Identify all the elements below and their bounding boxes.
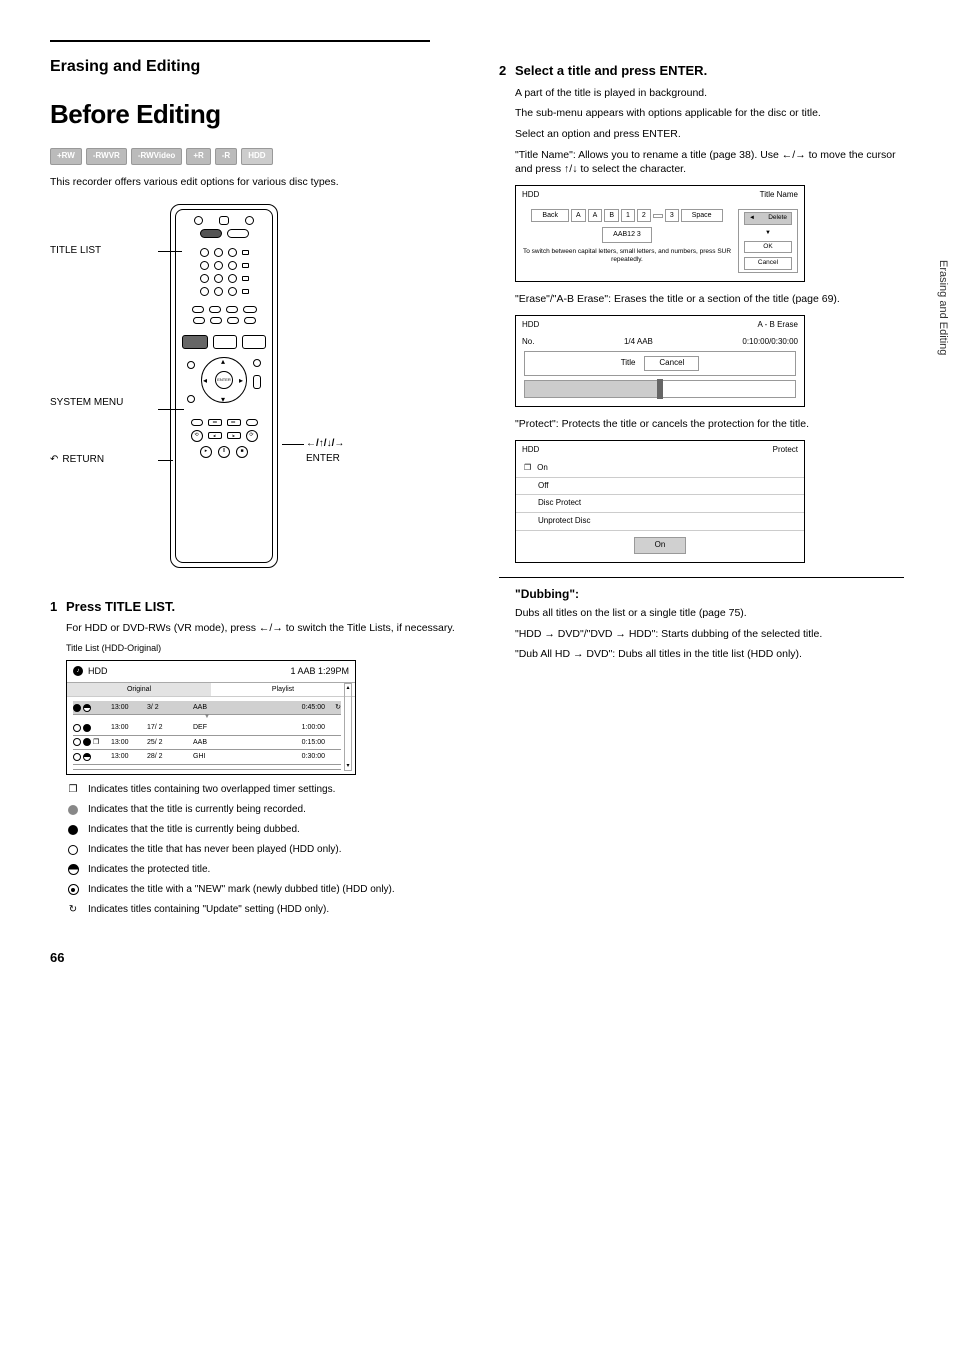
protect-option-on[interactable]: ❐On	[516, 460, 804, 478]
protect-option-disc[interactable]: Disc Protect	[516, 495, 804, 513]
disc-tag: +RW	[50, 148, 82, 165]
step-2: 2Select a title and press ENTER.	[499, 62, 904, 80]
intro-text: This recorder offers various edit option…	[50, 175, 455, 190]
legend-item: Indicates the title with a "NEW" mark (n…	[66, 883, 455, 897]
disc-tag-row: +RW -RWVR -RWVideo +R -R HDD	[50, 148, 455, 165]
disc-tag: HDD	[241, 148, 272, 165]
left-arrow-icon: ◄	[749, 214, 755, 223]
remote-label-enter: ENTER	[306, 452, 340, 466]
chapter-heading: Erasing and Editing	[50, 56, 455, 78]
protect-figure: HDD Protect ❐On Off Disc Protect Unprote…	[515, 440, 805, 563]
step-1: 1Press TITLE LIST.	[50, 598, 455, 616]
step-2-desc-a: A part of the title is played in backgro…	[515, 86, 904, 101]
erase-track: Title Cancel	[524, 351, 796, 376]
char-key[interactable]	[653, 214, 663, 218]
down-arrow-icon: ↓	[327, 438, 332, 449]
title-preview: AAB12 3	[602, 227, 652, 242]
legend-item: Indicates that the title is currently be…	[66, 803, 455, 817]
dubbing-p1: Dubs all titles on the list or a single …	[515, 606, 904, 621]
option-title-name: "Title Name": Allows you to rename a tit…	[515, 148, 904, 177]
legend-item: Indicates the title that has never been …	[66, 843, 455, 857]
cancel-button[interactable]: Cancel	[744, 257, 792, 270]
back-button[interactable]: Back	[531, 209, 569, 222]
fig-title: A - B Erase	[758, 320, 798, 331]
step-1-desc: For HDD or DVD-RWs (VR mode), press ←/→ …	[66, 621, 455, 636]
option-protect: "Protect": Protects the title or cancels…	[515, 417, 904, 432]
scrollbar[interactable]: ▴▾	[344, 683, 352, 770]
dubbing-p2: "HDD → DVD"/"DVD → HDD": Starts dubbing …	[515, 627, 904, 642]
dubbing-heading: "Dubbing":	[515, 586, 904, 602]
left-arrow-icon: ←	[306, 438, 316, 449]
remote-diagram: ENTER ▴ ▾ ◂ ▸ ◂◂▸▸ ⟲◂II▸⟳ ▸II■ TITLE LIS…	[50, 204, 380, 584]
sur-hint: To switch between capital letters, small…	[522, 248, 732, 266]
right-panel: ◄ Delete ▼ OK Cancel	[738, 209, 798, 273]
update-icon: ↻	[331, 703, 341, 712]
up-arrow-icon: ↑	[319, 438, 324, 449]
erase-figure: HDD A - B Erase No. 1/4 AAB 0:10:00/0:30…	[515, 315, 805, 407]
char-key[interactable]: B	[604, 209, 619, 222]
fig-hdd: HDD	[522, 445, 539, 456]
protected-icon	[66, 863, 80, 877]
legend-item: Indicates that the title is currently be…	[66, 823, 455, 837]
disc-icon: ♪	[73, 666, 83, 676]
overlap-icon: ❐	[93, 738, 99, 747]
dubbing-icon	[66, 823, 80, 837]
return-icon: ↶	[50, 453, 58, 467]
remote-label-title-list: TITLE LIST	[50, 244, 101, 258]
char-key[interactable]: 2	[637, 209, 651, 222]
right-arrow-icon: →	[334, 438, 344, 449]
delete-button[interactable]: ◄ Delete	[744, 212, 792, 225]
overlap-icon: ❐	[66, 783, 80, 797]
tab-playlist[interactable]: Playlist	[211, 683, 355, 696]
step-2-desc-b: The sub-menu appears with options applic…	[515, 106, 904, 121]
new-icon	[66, 883, 80, 897]
disc-tag: -R	[215, 148, 237, 165]
char-key[interactable]: A	[571, 209, 586, 222]
cursor-indicator: ▼	[73, 714, 341, 720]
remote-label-system-menu: SYSTEM MENU	[50, 396, 150, 410]
title-list-hdd: HDD	[88, 665, 108, 677]
side-tab: Erasing and Editing	[931, 240, 954, 375]
dubbing-p3: "Dub All HD → DVD": Dubs all titles in t…	[515, 647, 904, 662]
title-name-figure: HDD Title Name Back A A B 1 2 3 Space	[515, 185, 805, 282]
down-arrow-icon: ▼	[765, 229, 771, 237]
legend-item: ❐ Indicates titles containing two overla…	[66, 783, 455, 797]
char-key[interactable]: A	[588, 209, 603, 222]
title-list-header-right: 1 AAB 1:29PM	[290, 665, 349, 677]
step-2-desc-c: Select an option and press ENTER.	[515, 127, 904, 142]
track-cancel-button[interactable]: Cancel	[644, 356, 699, 371]
fig-title: Protect	[773, 445, 798, 456]
fig-title: Title Name	[760, 190, 798, 201]
overlap-icon: ❐	[524, 463, 531, 474]
table-row[interactable]: 13:00 28/ 2 GHI 0:30:00	[73, 750, 341, 764]
protect-selected[interactable]: On	[634, 537, 687, 554]
ok-button[interactable]: OK	[744, 241, 792, 254]
title-list-caption: Title List (HDD-Original)	[66, 642, 455, 655]
disc-tag: -RWVideo	[131, 148, 182, 165]
unplayed-icon	[66, 843, 80, 857]
protect-option-off[interactable]: Off	[516, 478, 804, 496]
disc-tag: +R	[186, 148, 210, 165]
tab-original[interactable]: Original	[67, 683, 211, 696]
protect-option-unprotect[interactable]: Unprotect Disc	[516, 513, 804, 531]
option-erase: "Erase"/"A-B Erase": Erases the title or…	[515, 292, 904, 307]
page-title: Before Editing	[50, 98, 455, 131]
page-number: 66	[50, 949, 64, 967]
title-list-figure: ♪ HDD 1 AAB 1:29PM Original Playlist 13:…	[66, 660, 356, 774]
disc-tag: -RWVR	[86, 148, 127, 165]
char-key[interactable]: 1	[621, 209, 635, 222]
char-key[interactable]: 3	[665, 209, 679, 222]
legend-item: Indicates the protected title.	[66, 863, 455, 877]
update-icon: ↻	[66, 903, 80, 917]
ab-slider[interactable]	[524, 380, 796, 398]
remote-label-arrows: ←/↑/↓/→	[306, 437, 344, 451]
fig-hdd: HDD	[522, 320, 539, 331]
legend-item: ↻ Indicates titles containing "Update" s…	[66, 903, 455, 917]
table-row[interactable]: 13:00 17/ 2 DEF 1:00:00	[73, 721, 341, 735]
recording-icon	[66, 803, 80, 817]
space-button[interactable]: Space	[681, 209, 723, 222]
fig-hdd: HDD	[522, 190, 539, 201]
remote-label-return: ↶RETURN	[50, 453, 104, 467]
table-row[interactable]: ❐ 13:00 25/ 2 AAB 0:15:00	[73, 736, 341, 750]
